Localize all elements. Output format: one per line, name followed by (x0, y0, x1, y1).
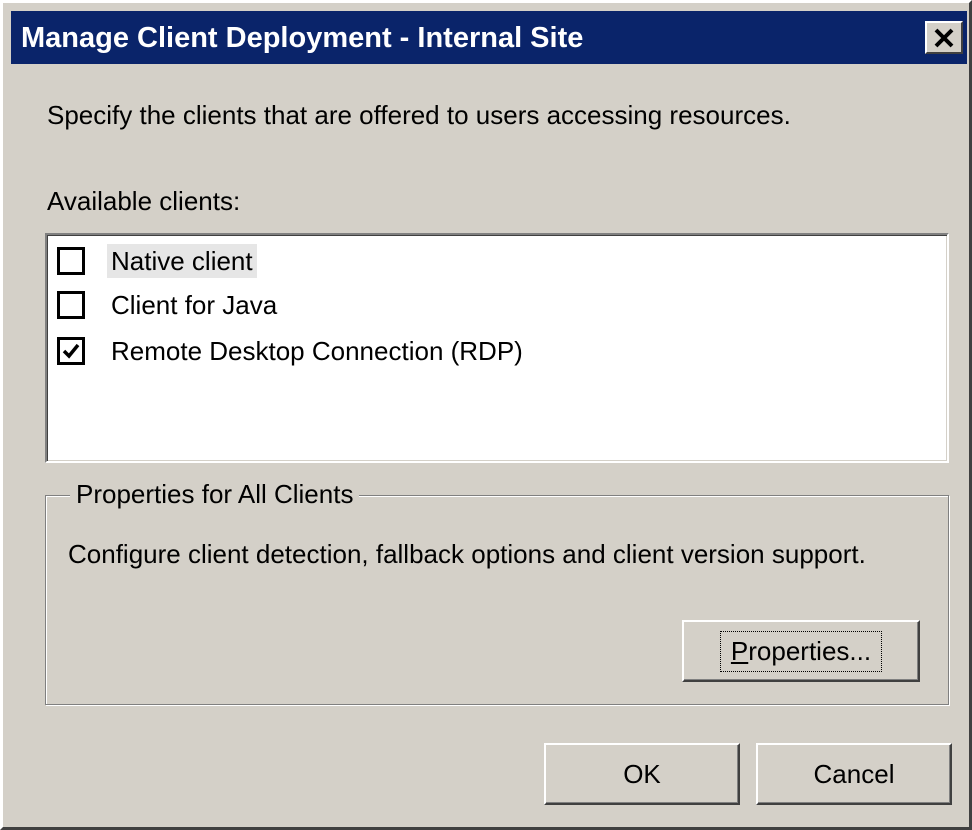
title-bar[interactable]: Manage Client Deployment - Internal Site (11, 11, 967, 64)
close-icon (934, 28, 954, 47)
window-title: Manage Client Deployment - Internal Site (21, 22, 584, 54)
cancel-button[interactable]: Cancel (756, 743, 952, 805)
native-client-label: Native client (107, 244, 257, 278)
ok-button[interactable]: OK (544, 743, 740, 805)
intro-text: Specify the clients that are offered to … (47, 100, 791, 130)
rdp-label: Remote Desktop Connection (RDP) (111, 336, 523, 366)
available-clients-label: Available clients: (47, 186, 241, 216)
checkmark-icon (62, 343, 80, 359)
client-for-java-label: Client for Java (111, 290, 278, 320)
dialog-window: Manage Client Deployment - Internal Site… (0, 0, 972, 830)
rdp-checkbox[interactable] (57, 337, 85, 365)
properties-group-description: Configure client detection, fallback opt… (68, 539, 866, 569)
native-client-checkbox[interactable] (57, 247, 85, 275)
list-item-native-client[interactable]: Native client (57, 241, 257, 281)
properties-button-label: Properties... (719, 630, 883, 672)
client-for-java-checkbox[interactable] (57, 291, 85, 319)
close-button[interactable] (925, 21, 963, 54)
properties-group-legend: Properties for All Clients (70, 478, 360, 510)
properties-button[interactable]: Properties... (682, 620, 920, 682)
list-item-client-for-java[interactable]: Client for Java (57, 285, 281, 325)
list-item-rdp[interactable]: Remote Desktop Connection (RDP) (57, 331, 527, 371)
properties-groupbox: Properties for All Clients Configure cli… (45, 478, 949, 705)
available-clients-list[interactable]: Native client Client for Java Remote Des… (45, 233, 949, 463)
